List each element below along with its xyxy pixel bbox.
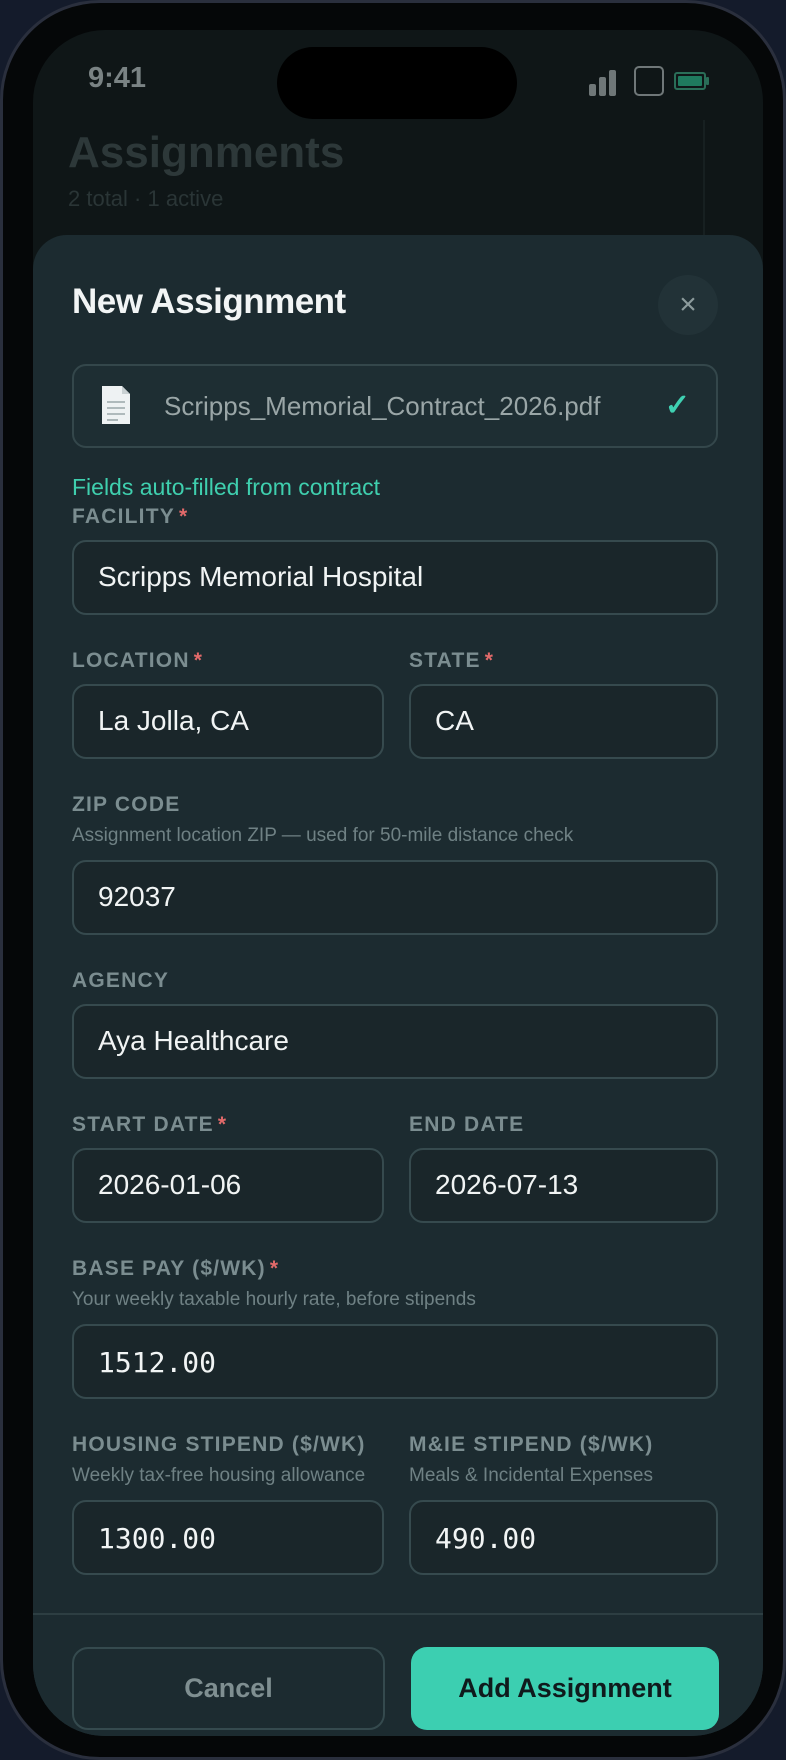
facility-input[interactable]: Scripps Memorial Hospital: [72, 540, 718, 615]
end-date-value: 2026-07-13: [435, 1169, 579, 1200]
new-assignment-sheet: New Assignment × Scripps_Memorial_Contra…: [33, 235, 763, 1736]
housing-stipend-hint: Weekly tax-free housing allowance: [72, 1465, 366, 1486]
screen: 9:41 Assignments 2 total · 1 active New …: [33, 30, 763, 1736]
housing-stipend-label: HOUSING STIPEND ($/WK): [72, 1433, 366, 1456]
state-input[interactable]: CA: [409, 684, 718, 759]
battery-icon: [674, 72, 709, 90]
end-date-input[interactable]: 2026-07-13: [409, 1148, 718, 1223]
mie-stipend-value: 490.00: [435, 1522, 537, 1555]
background-page-subtitle: 2 total · 1 active: [68, 186, 224, 211]
zip-input[interactable]: 92037: [72, 860, 718, 935]
agency-label: AGENCY: [72, 969, 170, 992]
start-date-label: START DATE *: [72, 1113, 228, 1136]
start-date-value: 2026-01-06: [98, 1169, 242, 1200]
status-bar: 9:41: [33, 30, 763, 140]
base-pay-value: 1512.00: [98, 1346, 217, 1379]
zip-hint: Assignment location ZIP — used for 50-mi…: [72, 825, 574, 846]
sheet-footer: Cancel Add Assignment: [33, 1613, 763, 1736]
base-pay-label: BASE PAY ($/WK) *: [72, 1257, 280, 1280]
phone-frame: 9:41 Assignments 2 total · 1 active New …: [0, 0, 786, 1760]
base-pay-input[interactable]: 1512.00: [72, 1324, 718, 1399]
mie-stipend-input[interactable]: 490.00: [409, 1500, 718, 1575]
agency-input[interactable]: Aya Healthcare: [72, 1004, 718, 1079]
housing-stipend-value: 1300.00: [98, 1522, 217, 1555]
zip-value: 92037: [98, 881, 176, 912]
sheet-title: New Assignment: [72, 282, 346, 321]
checkmark-icon: ✓: [664, 389, 690, 422]
background-page-title: Assignments: [68, 128, 345, 177]
contract-file-attachment[interactable]: Scripps_Memorial_Contract_2026.pdf ✓: [72, 364, 718, 448]
housing-stipend-input[interactable]: 1300.00: [72, 1500, 384, 1575]
required-marker: *: [484, 649, 495, 672]
background-divider: [703, 120, 705, 240]
status-time: 9:41: [88, 62, 147, 94]
signal-icon: [589, 68, 617, 96]
location-value: La Jolla, CA: [98, 705, 249, 736]
start-date-input[interactable]: 2026-01-06: [72, 1148, 384, 1223]
required-marker: *: [217, 1113, 228, 1136]
location-input[interactable]: La Jolla, CA: [72, 684, 384, 759]
autofill-notice: Fields auto-filled from contract: [72, 474, 381, 500]
cancel-button[interactable]: Cancel: [72, 1647, 385, 1730]
required-marker: *: [269, 1257, 280, 1280]
close-button[interactable]: ×: [658, 275, 718, 335]
base-pay-hint: Your weekly taxable hourly rate, before …: [72, 1289, 476, 1310]
close-icon: ×: [679, 288, 697, 321]
document-icon: [102, 386, 130, 424]
state-label: STATE *: [409, 649, 495, 672]
required-marker: *: [178, 505, 189, 528]
screen-record-icon: [634, 66, 664, 96]
dynamic-island: [277, 47, 517, 119]
add-assignment-button[interactable]: Add Assignment: [411, 1647, 719, 1730]
contract-file-name: Scripps_Memorial_Contract_2026.pdf: [164, 391, 601, 421]
facility-label: FACILITY *: [72, 505, 189, 528]
agency-value: Aya Healthcare: [98, 1025, 289, 1056]
state-value: CA: [435, 705, 474, 736]
end-date-label: END DATE: [409, 1113, 525, 1136]
mie-stipend-label: M&IE STIPEND ($/WK): [409, 1433, 654, 1456]
zip-label: ZIP CODE: [72, 793, 181, 816]
required-marker: *: [193, 649, 204, 672]
location-label: LOCATION *: [72, 649, 204, 672]
facility-value: Scripps Memorial Hospital: [98, 561, 424, 592]
mie-stipend-hint: Meals & Incidental Expenses: [409, 1465, 653, 1486]
